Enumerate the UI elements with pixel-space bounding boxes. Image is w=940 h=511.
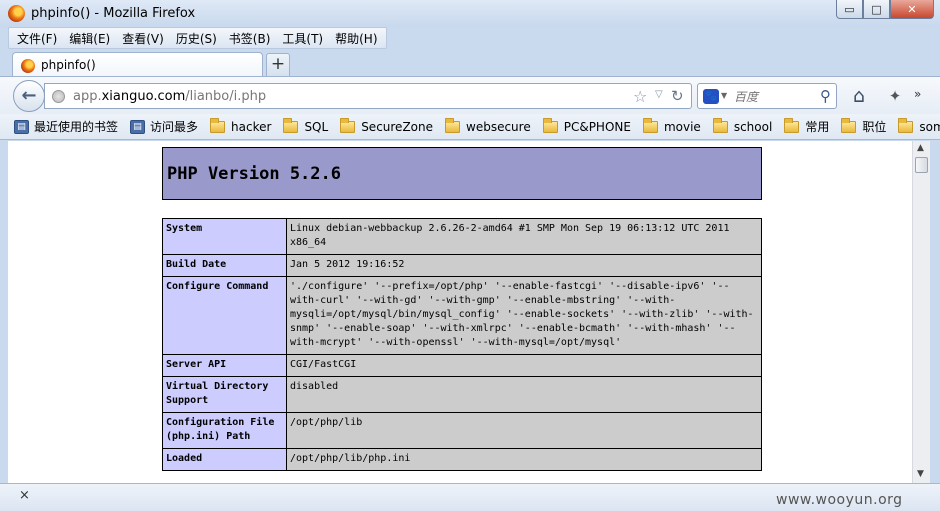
firefox-logo-icon <box>8 5 25 22</box>
menu-edit[interactable]: 编辑(E) <box>63 28 116 49</box>
bookmark-folder-something[interactable]: something <box>898 117 940 134</box>
search-icon[interactable]: ⚲ <box>820 87 831 105</box>
table-row: Build Date Jan 5 2012 19:16:52 <box>162 254 762 277</box>
search-box: 🐾 ▼ ⚲ <box>697 83 837 109</box>
bookmark-folder-common[interactable]: 常用 <box>784 117 829 135</box>
folder-icon <box>283 117 299 133</box>
bookmark-folder-jobs[interactable]: 职位 <box>841 117 886 135</box>
addon-bar: × www.wooyun.org <box>0 483 940 511</box>
tab-label: phpinfo() <box>41 58 96 72</box>
firefox-favicon-icon <box>21 59 35 73</box>
back-button[interactable]: ← <box>13 80 45 112</box>
folder-icon <box>340 117 356 133</box>
scroll-down-icon[interactable]: ▼ <box>917 469 924 479</box>
window-frame-left <box>0 141 8 483</box>
folder-icon <box>542 117 558 133</box>
bookmark-folder-hacker[interactable]: hacker <box>210 117 271 134</box>
tab-strip: phpinfo() + <box>0 50 940 78</box>
folder-icon <box>712 117 728 133</box>
smart-bookmark-icon: ▤ <box>14 119 29 134</box>
scrollbar-thumb[interactable] <box>915 157 928 173</box>
table-row: Loaded /opt/php/lib/php.ini <box>162 448 762 471</box>
watermark: www.wooyun.org <box>776 492 903 508</box>
info-key: System <box>162 218 287 255</box>
menu-file[interactable]: 文件(F) <box>11 28 63 49</box>
info-key: Build Date <box>162 254 287 277</box>
scroll-up-icon[interactable]: ▲ <box>917 143 924 153</box>
bookmark-folder-sql[interactable]: SQL <box>283 117 328 134</box>
folder-icon <box>445 117 460 133</box>
info-value: Jan 5 2012 19:16:52 <box>286 254 762 277</box>
minimize-button[interactable]: ▭ <box>836 0 863 19</box>
php-info-table: System Linux debian-webbackup 2.6.26-2-a… <box>162 218 762 471</box>
folder-icon <box>841 117 857 133</box>
tab-phpinfo[interactable]: phpinfo() <box>12 52 263 78</box>
table-row: Server API CGI/FastCGI <box>162 354 762 377</box>
info-value: './configure' '--prefix=/opt/php' '--ena… <box>286 276 762 355</box>
page-content: PHP Version 5.2.6 System Linux debian-we… <box>8 141 912 483</box>
url-bar[interactable]: app.xianguo.com/lianbo/i.php ☆ ▽ ↻ <box>44 83 692 109</box>
bookmark-folder-movie[interactable]: movie <box>642 117 701 134</box>
bookmarks-toolbar: ▤ 最近使用的书签 ▤ 访问最多 hacker SQL SecureZone web… <box>0 114 940 140</box>
home-icon[interactable]: ⌂ <box>848 85 870 107</box>
close-addon-bar-icon[interactable]: × <box>19 488 30 503</box>
window-frame-right <box>930 141 940 483</box>
title-bar: phpinfo() - Mozilla Firefox ▭ □ ✕ <box>0 0 940 27</box>
bookmark-folder-websecure[interactable]: websecure <box>445 117 531 134</box>
info-value: CGI/FastCGI <box>286 354 762 377</box>
folder-icon <box>210 117 226 133</box>
reload-icon[interactable]: ↻ <box>671 87 684 105</box>
info-key: Configuration File (php.ini) Path <box>162 412 287 449</box>
table-row: Configuration File (php.ini) Path /opt/p… <box>162 412 762 449</box>
bookmark-folder-school[interactable]: school <box>712 117 772 134</box>
page-title: PHP Version 5.2.6 <box>167 164 341 184</box>
navigation-toolbar: app.xianguo.com/lianbo/i.php ☆ ▽ ↻ ← 🐾 ▼… <box>0 76 940 114</box>
info-key: Loaded <box>162 448 287 471</box>
bookmark-most-visited[interactable]: ▤ 访问最多 <box>130 118 198 135</box>
folder-icon <box>898 117 914 133</box>
menu-help[interactable]: 帮助(H) <box>329 28 383 49</box>
info-value: disabled <box>286 376 762 413</box>
addon-icon[interactable]: ✦ <box>884 85 906 107</box>
menu-bookmarks[interactable]: 书签(B) <box>223 28 277 49</box>
window-controls: ▭ □ ✕ <box>836 0 934 19</box>
bookmark-folder-pc-phone[interactable]: PC&PHONE <box>542 117 631 134</box>
menu-history[interactable]: 历史(S) <box>170 28 223 49</box>
bookmark-folder-securezone[interactable]: SecureZone <box>340 117 433 134</box>
folder-icon <box>642 117 658 133</box>
menu-view[interactable]: 查看(V) <box>116 28 170 49</box>
info-key: Virtual Directory Support <box>162 376 287 413</box>
vertical-scrollbar[interactable]: ▲ ▼ <box>912 141 930 483</box>
globe-icon[interactable] <box>52 90 65 103</box>
table-row: System Linux debian-webbackup 2.6.26-2-a… <box>162 218 762 255</box>
folder-icon <box>784 117 800 133</box>
info-value: /opt/php/lib <box>286 412 762 449</box>
new-tab-button[interactable]: + <box>266 53 290 76</box>
search-input[interactable] <box>734 88 814 105</box>
info-value: Linux debian-webbackup 2.6.26-2-amd64 #1… <box>286 218 762 255</box>
table-row: Virtual Directory Support disabled <box>162 376 762 413</box>
php-version-header: PHP Version 5.2.6 <box>162 147 762 200</box>
url-dropdown-icon[interactable]: ▽ <box>655 89 663 100</box>
engine-dropdown-icon[interactable]: ▼ <box>721 91 727 100</box>
maximize-button[interactable]: □ <box>863 0 890 19</box>
smart-bookmark-icon: ▤ <box>130 119 146 134</box>
url-text: app.xianguo.com/lianbo/i.php <box>73 89 267 104</box>
info-key: Configure Command <box>162 276 287 355</box>
bookmark-recent[interactable]: ▤ 最近使用的书签 <box>14 118 118 135</box>
info-value: /opt/php/lib/php.ini <box>286 448 762 471</box>
menu-tools[interactable]: 工具(T) <box>276 28 329 49</box>
toolbar-overflow-icon[interactable]: » <box>914 87 921 101</box>
close-button[interactable]: ✕ <box>890 0 934 19</box>
baidu-paw-icon[interactable]: 🐾 <box>703 89 719 104</box>
bookmark-star-icon[interactable]: ☆ <box>633 87 647 106</box>
table-row: Configure Command './configure' '--prefi… <box>162 276 762 355</box>
window-title: phpinfo() - Mozilla Firefox <box>31 6 196 21</box>
menu-bar: 文件(F) 编辑(E) 查看(V) 历史(S) 书签(B) 工具(T) 帮助(H… <box>8 27 387 49</box>
info-key: Server API <box>162 354 287 377</box>
